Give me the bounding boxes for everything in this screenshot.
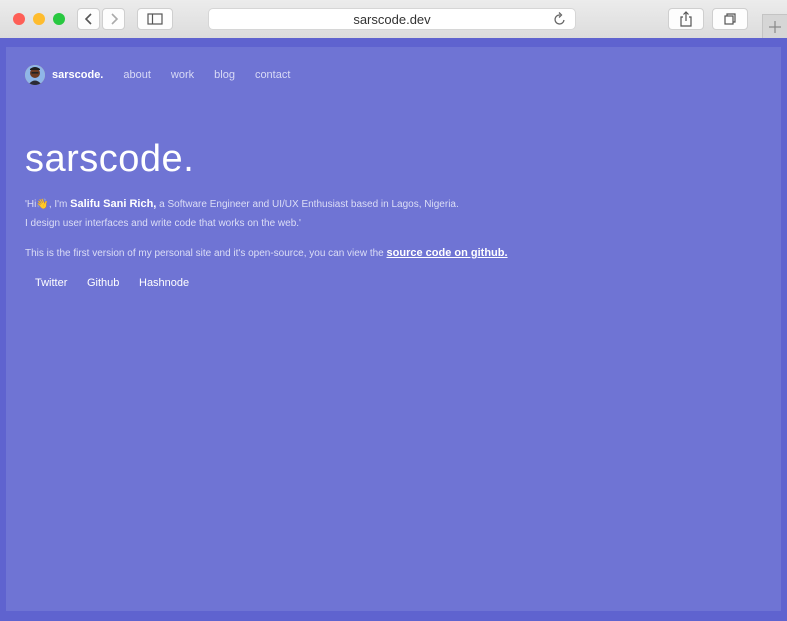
nav-link-work[interactable]: work bbox=[171, 69, 194, 81]
nav-link-about[interactable]: about bbox=[123, 69, 151, 81]
address-bar[interactable]: sarscode.dev bbox=[208, 8, 576, 30]
intro-im: , I'm bbox=[48, 199, 71, 210]
share-button[interactable] bbox=[668, 8, 704, 30]
close-window-button[interactable] bbox=[13, 13, 25, 25]
share-icon bbox=[680, 11, 692, 27]
sidebar-button[interactable] bbox=[137, 8, 173, 30]
address-bar-text: sarscode.dev bbox=[353, 12, 431, 27]
brand-link[interactable]: sarscode. bbox=[52, 69, 103, 81]
browser-toolbar: sarscode.dev bbox=[0, 0, 787, 39]
minimize-window-button[interactable] bbox=[33, 13, 45, 25]
forward-button[interactable] bbox=[102, 8, 125, 30]
hero-title: sarscode. bbox=[25, 138, 195, 180]
avatar-illustration bbox=[25, 65, 45, 85]
sidebar-icon bbox=[147, 13, 163, 25]
author-name: Salifu Sani Rich, bbox=[70, 198, 157, 210]
avatar[interactable] bbox=[25, 65, 45, 85]
site-nav: sarscode. about work blog contact bbox=[25, 65, 290, 85]
source-paragraph: This is the first version of my personal… bbox=[25, 247, 508, 259]
nav-link-contact[interactable]: contact bbox=[255, 69, 290, 81]
new-tab-button[interactable] bbox=[762, 14, 787, 38]
back-icon bbox=[84, 13, 92, 25]
reload-icon[interactable] bbox=[553, 11, 567, 27]
social-link-twitter[interactable]: Twitter bbox=[35, 277, 67, 289]
back-button[interactable] bbox=[77, 8, 100, 30]
intro-role: a Software Engineer and UI/UX Enthusiast… bbox=[156, 199, 459, 210]
wave-emoji-icon: 👋 bbox=[36, 199, 49, 210]
source-text: This is the first version of my personal… bbox=[25, 248, 387, 259]
intro-line-1: 'Hi👋, I'm Salifu Sani Rich, a Software E… bbox=[25, 198, 459, 210]
social-link-github[interactable]: Github bbox=[87, 277, 119, 289]
intro-greeting: 'Hi bbox=[25, 199, 37, 210]
plus-icon bbox=[769, 20, 781, 33]
intro-line-2: I design user interfaces and write code … bbox=[25, 218, 301, 229]
tabs-overview-button[interactable] bbox=[712, 8, 748, 30]
page-content: sarscode. about work blog contact sarsco… bbox=[6, 47, 781, 611]
source-code-link[interactable]: source code on github. bbox=[387, 247, 508, 259]
forward-icon bbox=[110, 13, 118, 25]
social-link-hashnode[interactable]: Hashnode bbox=[139, 277, 189, 289]
nav-link-blog[interactable]: blog bbox=[214, 69, 235, 81]
tabs-icon bbox=[724, 13, 736, 25]
zoom-window-button[interactable] bbox=[53, 13, 65, 25]
